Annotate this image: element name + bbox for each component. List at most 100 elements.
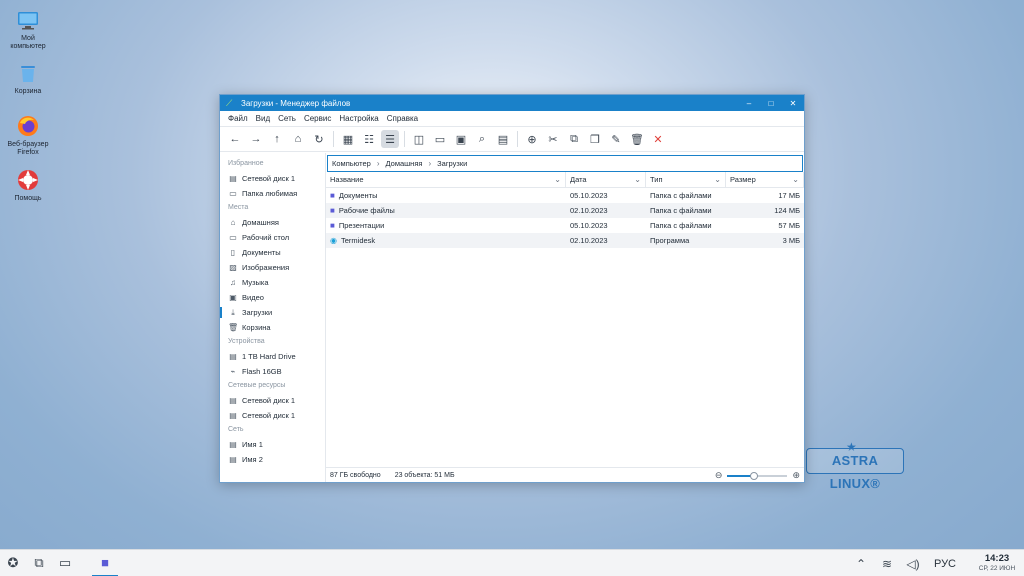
table-row[interactable]: ■ Рабочие файлы 02.10.2023 Папка с файлам… bbox=[326, 203, 804, 218]
desktops-icon[interactable]: ⧉ bbox=[26, 550, 52, 576]
wifi-icon[interactable]: ≋ bbox=[874, 557, 900, 571]
sidebar-item-downloads[interactable]: ⤓ Загрузки bbox=[220, 305, 325, 320]
breadcrumb-computer[interactable]: Компьютер bbox=[332, 159, 371, 168]
chevron-up-icon[interactable]: ⌃ bbox=[848, 557, 874, 571]
sidebar-item-documents[interactable]: ▯ Документы bbox=[220, 245, 325, 260]
desktop-icon-firefox[interactable]: Веб-браузер Firefox bbox=[4, 114, 52, 157]
zoom-out-icon[interactable]: ⊖ bbox=[715, 470, 723, 481]
file-date: 05.10.2023 bbox=[570, 191, 608, 200]
up-button[interactable]: ↑ bbox=[268, 130, 286, 148]
column-date[interactable]: Дата ⌄ bbox=[566, 171, 646, 188]
column-name[interactable]: Название ⌄ bbox=[326, 171, 566, 188]
sidebar-item-desktop[interactable]: ▭ Рабочий стол bbox=[220, 230, 325, 245]
new-button[interactable]: ⊕ bbox=[523, 130, 541, 148]
delete-button[interactable]: 🗑 bbox=[628, 130, 646, 148]
chevron-down-icon: ⌄ bbox=[714, 174, 721, 184]
menu-help[interactable]: Справка bbox=[383, 114, 422, 123]
search-button[interactable]: ⌕ bbox=[473, 130, 491, 148]
clock[interactable]: 14:23 СР, 22 ИЮН bbox=[970, 553, 1024, 574]
reload-button[interactable]: ↻ bbox=[310, 130, 328, 148]
menu-settings[interactable]: Настройка bbox=[335, 114, 382, 123]
list-view-button[interactable]: ☰ bbox=[381, 130, 399, 148]
sidebar-item-music[interactable]: ♫ Музыка bbox=[220, 275, 325, 290]
file-size: 57 МБ bbox=[778, 221, 800, 230]
desktop-icon-my-computer[interactable]: Мой компьютер bbox=[4, 8, 52, 51]
menu-network[interactable]: Сеть bbox=[274, 114, 300, 123]
compact-view-button[interactable]: ☷ bbox=[360, 130, 378, 148]
desktop-icon-trash[interactable]: Корзина bbox=[4, 61, 52, 96]
sidebar-item-name-1[interactable]: ▤ Имя 1 bbox=[220, 437, 325, 452]
hard-drive-icon: ▤ bbox=[229, 352, 237, 361]
folder-icon: ▭ bbox=[229, 189, 237, 198]
start-menu-icon[interactable]: ✪ bbox=[0, 550, 26, 576]
computer-icon: ▤ bbox=[229, 455, 237, 464]
file-name: Рабочие файлы bbox=[338, 206, 395, 215]
status-bar: 87 ГБ свободно 23 объекта: 51 МБ ⊖ ⊕ bbox=[326, 467, 804, 482]
column-type[interactable]: Тип ⌄ bbox=[646, 171, 726, 188]
icons-view-button[interactable]: ▦ bbox=[339, 130, 357, 148]
sidebar-item-network-disk[interactable]: ▤ Сетевой диск 1 bbox=[220, 393, 325, 408]
maximize-button[interactable]: □ bbox=[760, 99, 782, 108]
taskbar: ✪ ⧉ ▭ ■ ⌃ ≋ ◁) РУС 14:23 СР, 22 ИЮН bbox=[0, 549, 1024, 576]
home-button[interactable]: ⌂ bbox=[289, 130, 307, 148]
paste-button[interactable]: ❐ bbox=[586, 130, 604, 148]
forward-button[interactable]: → bbox=[247, 130, 265, 148]
toolbar-divider bbox=[404, 131, 405, 147]
breadcrumb-downloads[interactable]: Загрузки bbox=[437, 159, 467, 168]
file-manager-task-icon[interactable]: ■ bbox=[92, 550, 118, 576]
zoom-slider[interactable] bbox=[727, 471, 788, 480]
back-button[interactable]: ← bbox=[226, 130, 244, 148]
table-row[interactable]: ◉ Termidesk 02.10.2023 Программа 3 МБ bbox=[326, 233, 804, 248]
sidebar-item-favorite-folder[interactable]: ▭ Папка любимая bbox=[220, 186, 325, 201]
sidebar-item-network-disk[interactable]: ▤ Сетевой диск 1 bbox=[220, 171, 325, 186]
zoom-slider-handle[interactable] bbox=[750, 471, 759, 480]
sidebar-item-hard-drive[interactable]: ▤ 1 TB Hard Drive bbox=[220, 349, 325, 364]
table-row[interactable]: ■ Презентации 05.10.2023 Папка с файлами … bbox=[326, 218, 804, 233]
close-button[interactable]: ✕ bbox=[782, 99, 804, 108]
split-view-button[interactable]: ◫ bbox=[410, 130, 428, 148]
file-size: 17 МБ bbox=[778, 191, 800, 200]
computer-icon: ▤ bbox=[229, 440, 237, 449]
sidebar-item-network-disk[interactable]: ▤ Сетевой диск 1 bbox=[220, 408, 325, 423]
usb-icon: ⌁ bbox=[230, 367, 236, 376]
rename-button[interactable]: ✎ bbox=[607, 130, 625, 148]
folder-icon[interactable]: ▭ bbox=[52, 550, 78, 576]
file-date: 05.10.2023 bbox=[570, 221, 608, 230]
free-space: 87 ГБ свободно bbox=[330, 471, 381, 479]
sidebar-item-images[interactable]: ▨ Изображения bbox=[220, 260, 325, 275]
cut-button[interactable]: ✂ bbox=[544, 130, 562, 148]
sidebar-item-home[interactable]: ⌂ Домашняя bbox=[220, 215, 325, 230]
preview-button[interactable]: ▭ bbox=[431, 130, 449, 148]
sidebar-item-trash[interactable]: 🗑 Корзина bbox=[220, 320, 325, 335]
zoom-in-icon[interactable]: ⊕ bbox=[792, 470, 800, 481]
sidebar-section-network-resources: Сетевые ресурсы bbox=[228, 382, 286, 389]
app-icon: ⟋ bbox=[226, 97, 233, 108]
file-date: 02.10.2023 bbox=[570, 236, 608, 245]
menu-view[interactable]: Вид bbox=[252, 114, 274, 123]
sidebar-item-video[interactable]: ▣ Видео bbox=[220, 290, 325, 305]
file-type: Папка с файлами bbox=[650, 221, 712, 230]
disk-icon: ▤ bbox=[229, 411, 237, 420]
column-size[interactable]: Размер ⌄ bbox=[726, 171, 804, 188]
breadcrumb-home[interactable]: Домашняя bbox=[386, 159, 423, 168]
file-date: 02.10.2023 bbox=[570, 206, 608, 215]
desktop-icon-help[interactable]: Помощь bbox=[4, 168, 52, 203]
table-row[interactable]: ■ Документы 05.10.2023 Папка с файлами 17… bbox=[326, 188, 804, 203]
menu-file[interactable]: Файл bbox=[224, 114, 252, 123]
sidebar-item-flash[interactable]: ⌁ Flash 16GB bbox=[220, 364, 325, 379]
file-name: Документы bbox=[338, 191, 378, 200]
volume-icon[interactable]: ◁) bbox=[900, 557, 926, 571]
menu-service[interactable]: Сервис bbox=[300, 114, 335, 123]
minimize-button[interactable]: – bbox=[738, 99, 760, 108]
terminal-button[interactable]: ▤ bbox=[494, 130, 512, 148]
title-bar[interactable]: ⟋ Загрузки - Менеджер файлов – □ ✕ bbox=[220, 95, 804, 111]
video-icon: ▣ bbox=[229, 293, 237, 302]
keyboard-layout[interactable]: РУС bbox=[934, 558, 956, 570]
sidebar-item-name-2[interactable]: ▤ Имя 2 bbox=[220, 452, 325, 467]
breadcrumb[interactable]: Компьютер › Домашняя › Загрузки bbox=[327, 155, 803, 172]
image-view-button[interactable]: ▣ bbox=[452, 130, 470, 148]
remove-button[interactable]: ✕ bbox=[649, 130, 667, 148]
copy-button[interactable]: ⧉ bbox=[565, 130, 583, 148]
trash-icon: 🗑 bbox=[228, 323, 239, 332]
chevron-down-icon: ⌄ bbox=[792, 174, 799, 184]
